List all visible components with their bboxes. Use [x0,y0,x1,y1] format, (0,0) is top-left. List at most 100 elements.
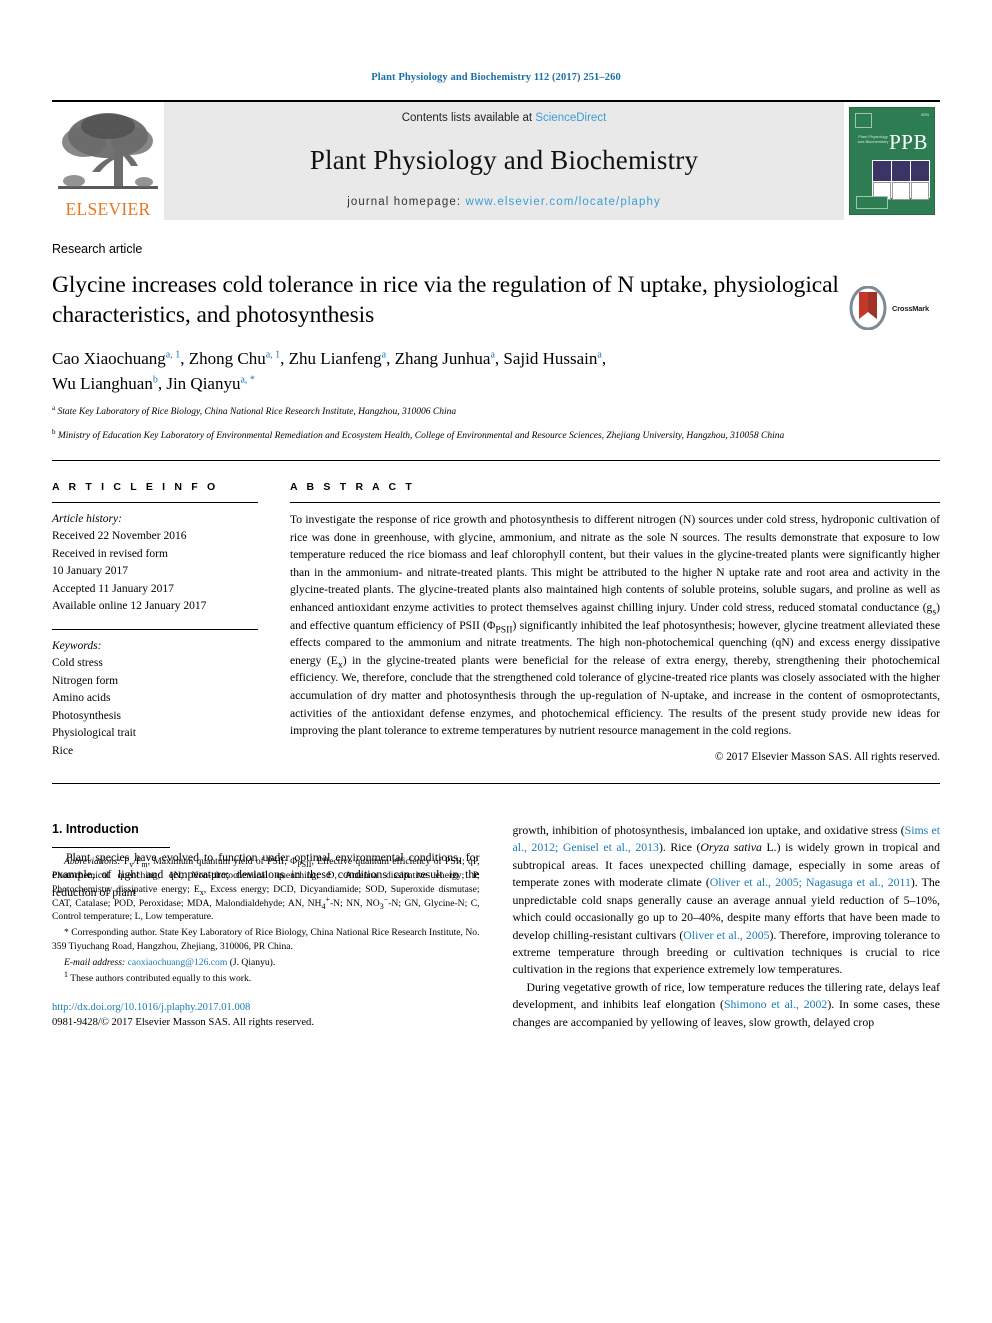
author-name: Zhang Junhua [394,349,491,369]
abstract-bottom-divider [52,782,940,784]
history-item: 10 January 2017 [52,565,129,578]
corresponding-text: Corresponding author. State Key Laborato… [52,927,480,953]
header-divider [52,459,940,461]
history-item: Accepted 11 January 2017 [52,582,174,595]
author-name: Sajid Hussain [503,349,598,369]
history-item: Received in revised form [52,547,168,560]
homepage-prefix: journal homepage: [347,196,466,208]
journal-cover-thumbnail: ISSN Plant Physiology and Biochemistry P… [844,102,940,220]
issn-copyright-line: 0981-9428/© 2017 Elsevier Masson SAS. Al… [52,1017,314,1029]
body-left-column: 1. Introduction Plant species have evolv… [52,822,480,1031]
affiliation-text: State Key Laboratory of Rice Biology, Ch… [57,407,457,418]
author-affil-mark: b [152,374,158,386]
equal-contribution-footnote: 1 These authors contributed equally to t… [52,969,480,986]
page-title: Glycine increases cold tolerance in rice… [52,272,839,329]
cover-photo-cell [911,161,929,181]
body-right-column: growth, inhibition of photosynthesis, im… [513,822,941,1031]
abbreviations-label: Abbreviations: [64,856,121,868]
keywords-rule [52,628,258,630]
cover-photo-cell [892,161,910,181]
crossmark-badge[interactable]: CrossMark [848,284,940,332]
affiliation-a: a State Key Laboratory of Rice Biology, … [52,405,887,419]
abstract-rule [290,501,940,503]
elsevier-wordmark: ELSEVIER [65,198,151,219]
species-name-oryza: Oryza sativa [700,840,762,855]
cover-issn-text: ISSN [920,113,929,117]
affiliation-b: b Ministry of Education Key Laboratory o… [52,428,887,443]
keyword-item: Photosynthesis [52,709,122,722]
author-name: Jin Qianyu [166,373,241,393]
cover-plot-cell [892,182,910,200]
equal-contribution-text: These authors contributed equally to thi… [70,972,252,984]
citation-oliver-nagasuga[interactable]: Oliver et al., 2005; Nagasuga et al., 20… [710,875,911,889]
corresponding-marker: * [64,927,69,939]
intro-paragraph-right-1: growth, inhibition of photosynthesis, im… [513,822,941,979]
abbreviations-footnote: Abbreviations: Fv/Fm, Maximum quantum yi… [52,856,480,923]
masthead-center: Contents lists available at ScienceDirec… [164,102,844,220]
rp1-a: growth, inhibition of photosynthesis, im… [512,822,905,837]
abstract-part-1: To investigate the response of rice grow… [290,512,940,614]
author-entry: Zhang Junhuaa [395,349,495,368]
author-affil-mark: a, 1 [165,349,181,361]
history-item: Available online 12 January 2017 [52,600,207,613]
keyword-item: Physiological trait [52,727,137,740]
cover-subtitle: Plant Physiology and Biochemistry [857,134,889,145]
equal-contribution-marker: 1 [64,969,68,979]
section-heading-introduction: 1. Introduction [52,821,139,836]
info-abstract-region: A R T I C L E I N F O Article history: R… [52,481,940,763]
keyword-item: Amino acids [52,692,111,705]
author-name: Zhu Lianfeng [288,349,382,369]
keyword-item: Rice [52,744,74,757]
footnotes-block: Abbreviations: Fv/Fm, Maximum quantum yi… [52,847,480,1031]
cover-plot-cell [911,182,929,200]
cover-figure-grid [872,160,930,200]
sciencedirect-link[interactable]: ScienceDirect [535,112,606,124]
author-affil-mark: a [490,349,495,361]
keyword-item: Nitrogen form [52,674,119,687]
elsevier-logo: ELSEVIER [52,102,164,220]
author-affil-mark: a, 1 [265,349,281,361]
abstract-column: A B S T R A C T To investigate the respo… [290,481,940,763]
citation-oliver-2005[interactable]: Oliver et al., 2005 [683,928,769,942]
footnote-divider [52,847,170,849]
citation-shimono-2002[interactable]: Shimono et al., 2002 [724,997,827,1011]
contents-lists-line: Contents lists available at ScienceDirec… [402,112,607,124]
abstract-text: To investigate the response of rice grow… [290,511,940,740]
abstract-sub-psii: PSII [495,623,513,635]
corresponding-author-footnote: * Corresponding author. State Key Labora… [52,926,480,954]
email-link[interactable]: caoxiaochuang@126.com [128,957,228,968]
email-suffix: (J. Qianyu). [229,956,276,968]
author-entry: Jin Qianyua, * [166,374,255,393]
abstract-copyright: © 2017 Elsevier Masson SAS. All rights r… [714,750,940,763]
email-footnote: E-mail address: caoxiaochuang@126.com (J… [52,956,480,970]
rp1-b: ). Rice ( [658,840,701,855]
corresponding-author-mark: a, * [240,374,255,386]
intro-paragraph-right-2: During vegetative growth of rice, low te… [513,979,941,1031]
author-name: Wu Lianghuan [52,373,153,393]
author-name: Zhong Chu [188,349,266,369]
cover-photo-cell [873,161,891,181]
elsevier-tree-icon [58,113,158,189]
author-entry: Zhong Chua, 1 [189,349,280,368]
cover-acronym: PPB [889,130,928,154]
crossmark-label: CrossMark [892,303,929,313]
author-entry: Sajid Hussaina [503,349,601,368]
cover-publisher-icon [855,113,872,128]
article-type-label: Research article [52,242,143,256]
abstract-part-4: ) in the glycine-treated plants were ben… [290,653,940,738]
journal-homepage-link[interactable]: www.elsevier.com/locate/plaphy [465,196,660,208]
article-info-heading: A R T I C L E I N F O [52,480,219,493]
abstract-heading: A B S T R A C T [290,480,415,493]
author-affil-mark: a [381,349,387,361]
author-entry: Zhu Lianfenga [289,349,386,368]
article-history-block: Article history: Received 22 November 20… [52,511,258,616]
paper-page: Plant Physiology and Biochemistry 112 (2… [0,0,992,1323]
author-affil-mark: a [597,349,602,361]
running-head: Plant Physiology and Biochemistry 112 (2… [371,72,621,83]
contents-prefix: Contents lists available at [401,112,536,124]
journal-masthead: ELSEVIER Contents lists available at Sci… [52,100,940,220]
journal-homepage-line: journal homepage: www.elsevier.com/locat… [347,196,661,208]
keywords-block: Keywords: Cold stress Nitrogen form Amin… [52,638,258,760]
crossmark-icon [849,286,887,330]
doi-link[interactable]: http://dx.doi.org/10.1016/j.plaphy.2017.… [52,1000,480,1016]
